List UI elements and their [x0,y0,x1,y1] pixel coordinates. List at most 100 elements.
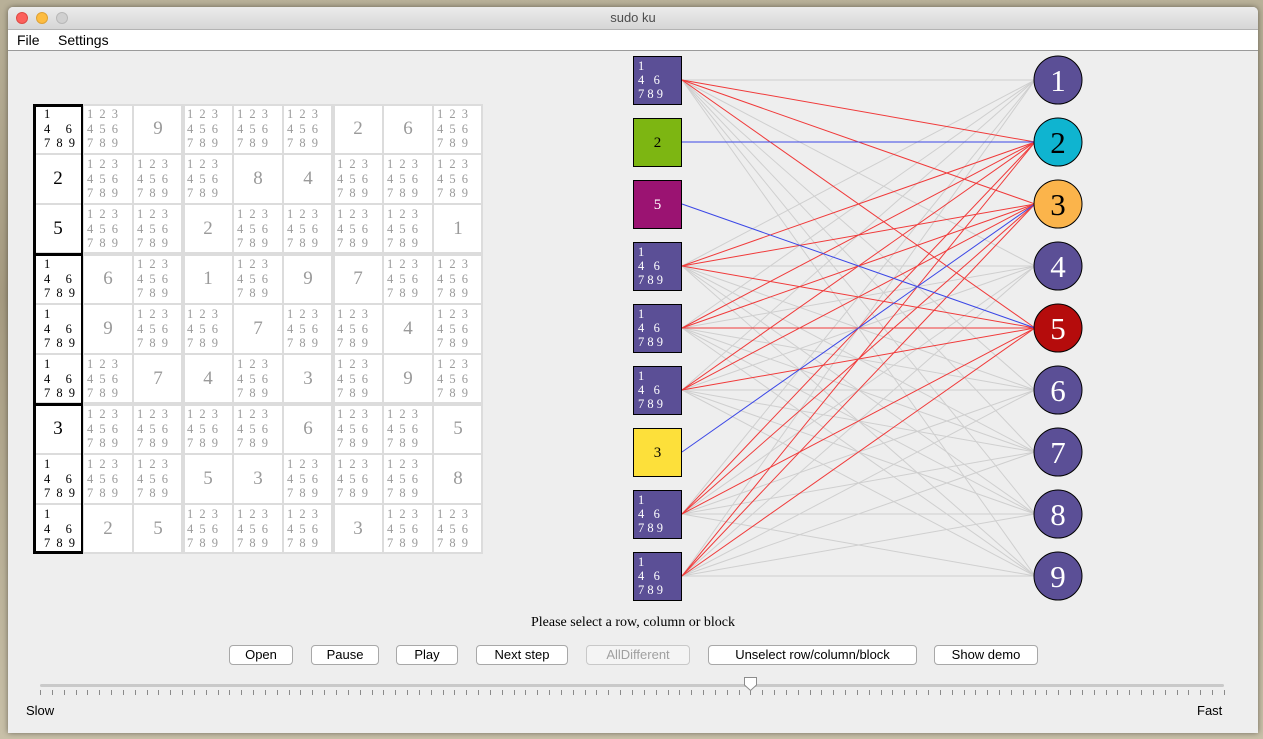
sudoku-cell[interactable]: 7 [233,304,283,354]
sudoku-cell[interactable]: 1 2 3 4 5 6 7 8 9 [383,204,433,254]
cell-node[interactable]: 3 [633,428,682,477]
sudoku-cell[interactable]: 1 4 6 7 8 9 [33,254,83,304]
cell-node[interactable]: 14 67 8 9 [633,304,682,353]
sudoku-cell[interactable]: 1 4 6 7 8 9 [33,504,83,554]
sudoku-cell[interactable]: 1 2 3 4 5 6 7 8 9 [183,404,233,454]
sudoku-cell[interactable]: 1 2 3 4 5 6 7 8 9 [433,154,483,204]
sudoku-cell[interactable]: 1 2 3 4 5 6 7 8 9 [333,204,383,254]
sudoku-cell[interactable]: 1 2 3 4 5 6 7 8 9 [333,454,383,504]
sudoku-cell[interactable]: 1 2 3 4 5 6 7 8 9 [283,204,333,254]
unselect-button[interactable]: Unselect row/column/block [708,645,917,665]
sudoku-cell[interactable]: 1 2 3 4 5 6 7 8 9 [383,254,433,304]
sudoku-cell[interactable]: 2 [33,154,83,204]
sudoku-cell[interactable]: 1 2 3 4 5 6 7 8 9 [283,304,333,354]
sudoku-cell[interactable]: 1 2 3 4 5 6 7 8 9 [133,154,183,204]
sudoku-cell[interactable]: 2 [83,504,133,554]
sudoku-cell[interactable]: 1 2 3 4 5 6 7 8 9 [183,504,233,554]
sudoku-cell[interactable]: 4 [183,354,233,404]
sudoku-cell[interactable]: 1 2 3 4 5 6 7 8 9 [433,104,483,154]
sudoku-cell[interactable]: 1 4 6 7 8 9 [33,304,83,354]
show-demo-button[interactable]: Show demo [934,645,1038,665]
sudoku-cell[interactable]: 8 [433,454,483,504]
sudoku-cell[interactable]: 1 2 3 4 5 6 7 8 9 [433,304,483,354]
sudoku-cell[interactable]: 3 [283,354,333,404]
sudoku-cell[interactable]: 4 [383,304,433,354]
sudoku-cell[interactable]: 1 2 3 4 5 6 7 8 9 [133,204,183,254]
sudoku-cell[interactable]: 5 [33,204,83,254]
sudoku-cell[interactable]: 5 [183,454,233,504]
sudoku-cell[interactable]: 1 2 3 4 5 6 7 8 9 [133,304,183,354]
sudoku-cell[interactable]: 1 2 3 4 5 6 7 8 9 [83,104,133,154]
sudoku-cell[interactable]: 1 2 3 4 5 6 7 8 9 [383,454,433,504]
sudoku-cell[interactable]: 1 2 3 4 5 6 7 8 9 [433,504,483,554]
sudoku-cell[interactable]: 1 2 3 4 5 6 7 8 9 [183,154,233,204]
value-node[interactable]: 8 [1033,489,1083,539]
sudoku-cell[interactable]: 9 [83,304,133,354]
value-node[interactable]: 6 [1033,365,1083,415]
sudoku-cell[interactable]: 1 2 3 4 5 6 7 8 9 [133,404,183,454]
sudoku-cell[interactable]: 1 2 3 4 5 6 7 8 9 [333,154,383,204]
sudoku-cell[interactable]: 1 2 3 4 5 6 7 8 9 [333,304,383,354]
sudoku-cell[interactable]: 1 2 3 4 5 6 7 8 9 [233,354,283,404]
sudoku-cell[interactable]: 1 2 3 4 5 6 7 8 9 [383,404,433,454]
sudoku-cell[interactable]: 1 2 3 4 5 6 7 8 9 [433,254,483,304]
sudoku-cell[interactable]: 1 2 3 4 5 6 7 8 9 [133,254,183,304]
sudoku-cell[interactable]: 1 4 6 7 8 9 [33,354,83,404]
menu-file[interactable]: File [17,32,40,48]
sudoku-cell[interactable]: 1 2 3 4 5 6 7 8 9 [433,354,483,404]
speed-slider-track[interactable] [40,684,1224,687]
sudoku-cell[interactable]: 2 [183,204,233,254]
sudoku-cell[interactable]: 5 [433,404,483,454]
title-bar[interactable]: sudo ku [8,7,1258,30]
sudoku-cell[interactable]: 6 [83,254,133,304]
sudoku-cell[interactable]: 1 [183,254,233,304]
play-button[interactable]: Play [396,645,458,665]
sudoku-cell[interactable]: 1 2 3 4 5 6 7 8 9 [383,504,433,554]
sudoku-cell[interactable]: 1 2 3 4 5 6 7 8 9 [233,204,283,254]
cell-node[interactable]: 14 67 8 9 [633,366,682,415]
sudoku-cell[interactable]: 7 [133,354,183,404]
sudoku-cell[interactable]: 1 4 6 7 8 9 [33,454,83,504]
menu-settings[interactable]: Settings [58,32,109,48]
sudoku-cell[interactable]: 1 2 3 4 5 6 7 8 9 [233,504,283,554]
value-node[interactable]: 9 [1033,551,1083,601]
sudoku-cell[interactable]: 4 [283,154,333,204]
pause-button[interactable]: Pause [311,645,379,665]
sudoku-cell[interactable]: 1 2 3 4 5 6 7 8 9 [283,454,333,504]
cell-node[interactable]: 2 [633,118,682,167]
sudoku-cell[interactable]: 9 [383,354,433,404]
sudoku-cell[interactable]: 1 2 3 4 5 6 7 8 9 [83,404,133,454]
sudoku-cell[interactable]: 1 2 3 4 5 6 7 8 9 [83,354,133,404]
value-node[interactable]: 7 [1033,427,1083,477]
sudoku-cell[interactable]: 3 [233,454,283,504]
cell-node[interactable]: 14 67 8 9 [633,490,682,539]
value-node[interactable]: 2 [1033,117,1083,167]
sudoku-cell[interactable]: 1 2 3 4 5 6 7 8 9 [183,104,233,154]
next-step-button[interactable]: Next step [476,645,568,665]
sudoku-cell[interactable]: 1 [433,204,483,254]
cell-node[interactable]: 14 67 8 9 [633,552,682,601]
sudoku-cell[interactable]: 1 2 3 4 5 6 7 8 9 [283,504,333,554]
cell-node[interactable]: 5 [633,180,682,229]
sudoku-cell[interactable]: 1 2 3 4 5 6 7 8 9 [233,254,283,304]
sudoku-cell[interactable]: 8 [233,154,283,204]
sudoku-cell[interactable]: 3 [33,404,83,454]
sudoku-cell[interactable]: 1 2 3 4 5 6 7 8 9 [83,154,133,204]
sudoku-cell[interactable]: 6 [383,104,433,154]
open-button[interactable]: Open [229,645,293,665]
speed-slider-thumb[interactable] [743,676,758,692]
sudoku-cell[interactable]: 3 [333,504,383,554]
sudoku-cell[interactable]: 1 2 3 4 5 6 7 8 9 [233,404,283,454]
value-node[interactable]: 1 [1033,55,1083,105]
sudoku-cell[interactable]: 7 [333,254,383,304]
sudoku-cell[interactable]: 1 2 3 4 5 6 7 8 9 [333,404,383,454]
sudoku-cell[interactable]: 1 2 3 4 5 6 7 8 9 [183,304,233,354]
sudoku-cell[interactable]: 1 2 3 4 5 6 7 8 9 [333,354,383,404]
value-node[interactable]: 5 [1033,303,1083,353]
sudoku-cell[interactable]: 1 2 3 4 5 6 7 8 9 [383,154,433,204]
sudoku-cell[interactable]: 6 [283,404,333,454]
sudoku-cell[interactable]: 1 2 3 4 5 6 7 8 9 [133,454,183,504]
cell-node[interactable]: 14 67 8 9 [633,56,682,105]
sudoku-cell[interactable]: 1 4 6 7 8 9 [33,104,83,154]
value-node[interactable]: 3 [1033,179,1083,229]
